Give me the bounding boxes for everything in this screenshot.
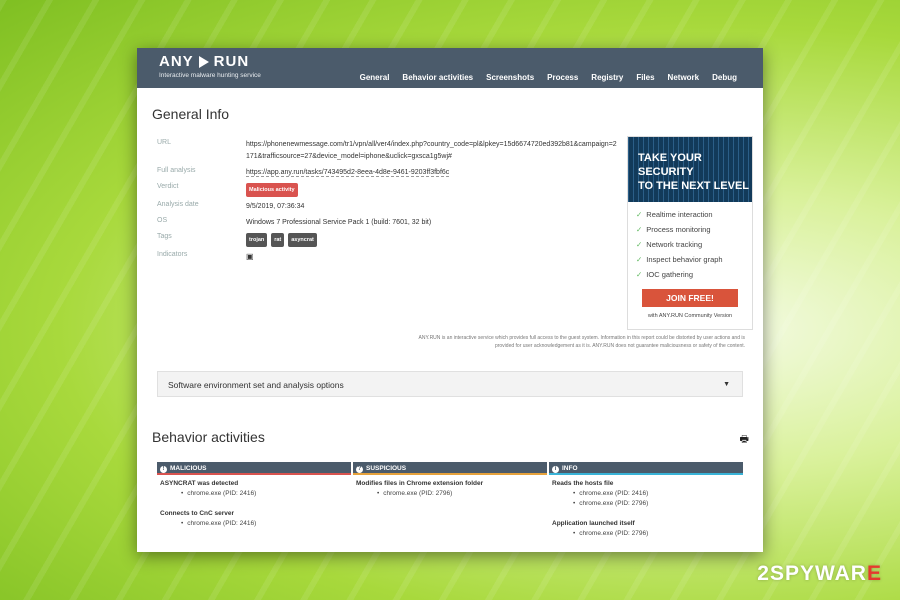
behavior-activities-title: Behavior activities bbox=[152, 429, 265, 445]
promo-feature: ✓ Process monitoring bbox=[636, 225, 752, 234]
feature-label: Inspect behavior graph bbox=[646, 255, 723, 264]
check-icon: ✓ bbox=[636, 255, 643, 264]
url-value: https://phonenewmessage.com/tr1/vpn/all/… bbox=[246, 141, 617, 160]
nav-process[interactable]: Process bbox=[547, 73, 578, 82]
nav-debug[interactable]: Debug bbox=[712, 73, 737, 82]
anyrun-logo[interactable]: ANY RUN Interactive malware hunting serv… bbox=[159, 53, 261, 79]
info-column: iINFO Reads the hosts file chrome.exe (P… bbox=[549, 462, 743, 537]
feature-label: IOC gathering bbox=[646, 270, 693, 279]
behavior-item-process: chrome.exe (PID: 2416) bbox=[181, 520, 351, 527]
promo-feature: ✓ Network tracking bbox=[636, 240, 752, 249]
disclaimer-text: ANY.RUN is an interactive service which … bbox=[418, 335, 745, 349]
promo-feature: ✓ IOC gathering bbox=[636, 270, 752, 279]
promo-head-line1: TAKE YOUR SECURITY bbox=[638, 152, 702, 178]
chevron-down-icon: ▼ bbox=[723, 381, 730, 388]
alert-icon: ! bbox=[160, 466, 167, 473]
software-environment-accordion[interactable]: Software environment set and analysis op… bbox=[157, 371, 743, 397]
suspicious-column: ? SUSPICIOUS Modifies files in Chrome ext… bbox=[353, 462, 547, 537]
promo-head-line2: TO THE NEXT LEVEL bbox=[638, 180, 750, 192]
watermark-text-accent: E bbox=[866, 562, 882, 585]
info-icon: i bbox=[552, 466, 559, 473]
logo-text-a: ANY bbox=[159, 53, 194, 70]
nav-general[interactable]: General bbox=[360, 73, 390, 82]
malicious-header-label: MALICIOUS bbox=[170, 465, 207, 472]
verdict-label: Verdict bbox=[157, 183, 179, 190]
behavior-item-process: chrome.exe (PID: 2796) bbox=[573, 500, 743, 507]
logo-text-b: RUN bbox=[213, 53, 250, 70]
general-info-table: URL https://phonenewmessage.com/tr1/vpn/… bbox=[157, 139, 618, 268]
check-icon: ✓ bbox=[636, 270, 643, 279]
info-header: i INFO bbox=[549, 462, 743, 475]
os-label: OS bbox=[157, 217, 168, 224]
info-header-label: INFO bbox=[562, 465, 578, 472]
full-analysis-link[interactable]: https://app.any.run/tasks/743495d2-8eea-… bbox=[246, 169, 450, 177]
accordion-label: Software environment set and analysis op… bbox=[168, 380, 344, 390]
join-free-button[interactable]: JOIN FREE! bbox=[642, 289, 738, 307]
promo-banner: TAKE YOUR SECURITY TO THE NEXT LEVEL ✓ Re… bbox=[627, 136, 753, 330]
tag-badge: rat bbox=[271, 233, 285, 247]
play-icon bbox=[198, 55, 209, 68]
os-value: Windows 7 Professional Service Pack 1 (b… bbox=[246, 219, 432, 226]
check-icon: ✓ bbox=[636, 210, 643, 219]
behavior-item-process: chrome.exe (PID: 2796) bbox=[573, 530, 743, 537]
question-icon: ? bbox=[356, 466, 363, 473]
tag-badge: trojan bbox=[246, 233, 268, 247]
behavior-columns: !MALICIOUS ASYNCRAT was detected chrome.… bbox=[157, 462, 743, 537]
top-navbar: ANY RUN Interactive malware hunting serv… bbox=[137, 48, 763, 88]
nav-files[interactable]: Files bbox=[636, 73, 654, 82]
report-window: ANY RUN Interactive malware hunting serv… bbox=[137, 48, 763, 552]
check-icon: ✓ bbox=[636, 240, 643, 249]
tags-label: Tags bbox=[157, 233, 172, 240]
promo-footer: with ANY.RUN Community Version bbox=[647, 313, 733, 319]
nav-screenshots[interactable]: Screenshots bbox=[486, 73, 534, 82]
nav-behavior[interactable]: Behavior activities bbox=[402, 73, 473, 82]
feature-label: Realtime interaction bbox=[646, 210, 713, 219]
behavior-item-title: Connects to CnC server bbox=[160, 510, 235, 517]
promo-feature: ✓ Realtime interaction bbox=[636, 210, 752, 219]
analysis-date-label: Analysis date bbox=[157, 201, 199, 208]
indicators-label: Indicators bbox=[157, 251, 188, 258]
promo-feature-list: ✓ Realtime interaction ✓ Process monitorin… bbox=[636, 210, 752, 279]
verdict-badge: Malicious activity bbox=[246, 183, 298, 197]
behavior-item-process: chrome.exe (PID: 2416) bbox=[573, 490, 743, 497]
full-analysis-label: Full analysis bbox=[157, 167, 196, 174]
watermark-text: 2SPYWAR bbox=[757, 562, 867, 585]
file-indicator-icon[interactable]: ▣ bbox=[246, 252, 254, 261]
main-nav: General Behavior activities Screenshots … bbox=[360, 73, 737, 82]
promo-feature: ✓ Inspect behavior graph bbox=[636, 255, 752, 264]
feature-label: Network tracking bbox=[646, 240, 703, 249]
tag-badge: asyncrat bbox=[288, 233, 317, 247]
behavior-item-title: Modifies files in Chrome extension folde… bbox=[356, 480, 484, 487]
behavior-item-title: Application launched itself bbox=[552, 520, 635, 527]
behavior-item-title: ASYNCRAT was detected bbox=[160, 480, 239, 487]
malicious-header: ! MALICIOUS bbox=[157, 462, 351, 475]
print-icon[interactable]: 🖶 bbox=[740, 432, 749, 449]
suspicious-header-label: SUSPICIOUS bbox=[366, 465, 407, 472]
suspicious-header: ? SUSPICIOUS bbox=[353, 462, 547, 475]
watermark-logo: 2SPYWARE bbox=[757, 562, 882, 586]
nav-network[interactable]: Network bbox=[668, 73, 700, 82]
logo-tagline: Interactive malware hunting service bbox=[159, 72, 261, 79]
url-label: URL bbox=[157, 139, 172, 146]
check-icon: ✓ bbox=[636, 225, 643, 234]
behavior-item-title: Reads the hosts file bbox=[552, 480, 614, 487]
behavior-item-process: chrome.exe (PID: 2796) bbox=[377, 490, 547, 497]
nav-registry[interactable]: Registry bbox=[591, 73, 623, 82]
general-info-title: General Info bbox=[152, 106, 230, 122]
promo-header: TAKE YOUR SECURITY TO THE NEXT LEVEL bbox=[628, 137, 752, 202]
feature-label: Process monitoring bbox=[646, 225, 711, 234]
malicious-column: !MALICIOUS ASYNCRAT was detected chrome.… bbox=[157, 462, 351, 537]
analysis-date-value: 9/5/2019, 07:36:34 bbox=[246, 203, 305, 210]
behavior-item-process: chrome.exe (PID: 2416) bbox=[181, 490, 351, 497]
